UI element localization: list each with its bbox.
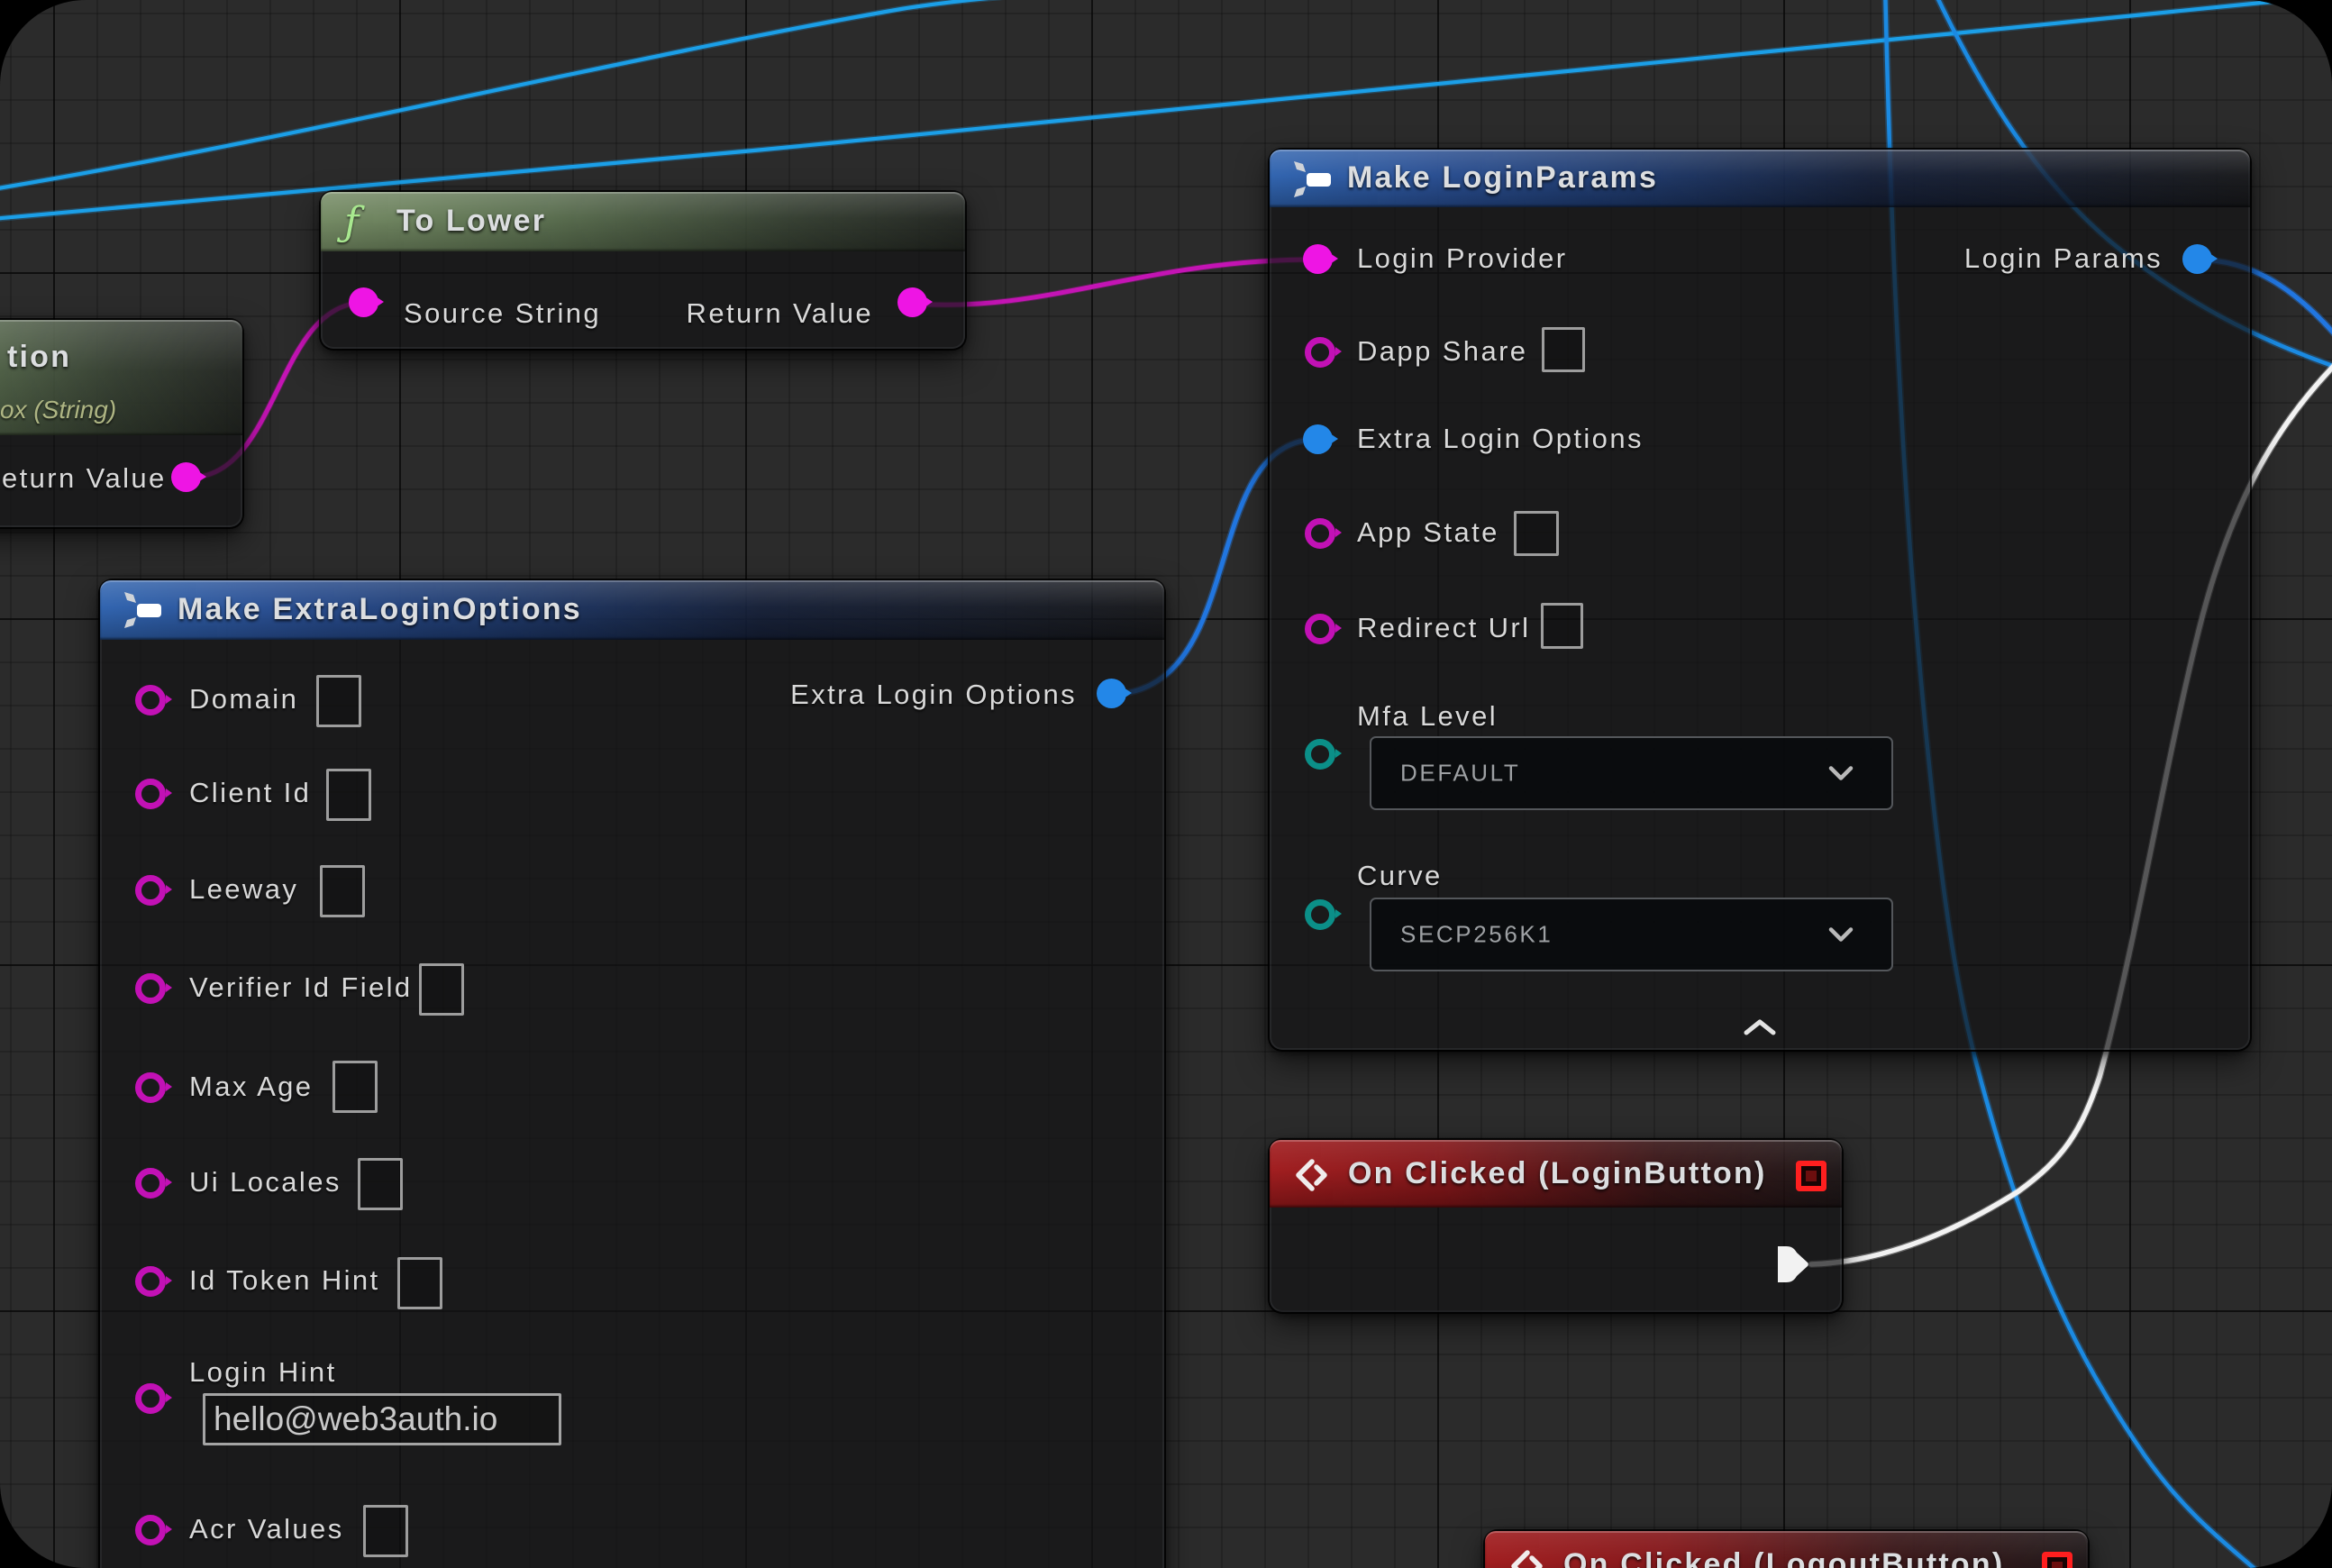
pin-label-app-state: App State (1357, 516, 1499, 549)
collapse-chevron-icon[interactable] (1742, 1017, 1778, 1037)
pin-label-login-params-out: Login Params (1964, 242, 2163, 275)
pin-label-return-value: Return Value (687, 297, 873, 330)
pin-login-hint[interactable] (135, 1383, 166, 1414)
pin-return-value[interactable] (897, 287, 927, 317)
pin-label-mfa-level: Mfa Level (1357, 700, 1498, 733)
function-icon: ƒ (344, 199, 359, 245)
pin-label-verifier-id-field: Verifier Id Field (189, 971, 413, 1004)
pin-source-string[interactable] (349, 287, 378, 317)
pin-app-state[interactable] (1305, 518, 1335, 549)
pin-label-login-provider: Login Provider (1357, 242, 1568, 275)
pin-extra-login-options-out[interactable] (1097, 679, 1126, 708)
pin-domain[interactable] (135, 685, 166, 716)
pin-login-params-out[interactable] (2182, 244, 2212, 274)
value-box-acr-values[interactable] (363, 1505, 408, 1557)
node-on-clicked-login-button[interactable]: On Clicked (LoginButton) (1270, 1140, 1842, 1312)
curve-value: SECP256K1 (1400, 921, 1553, 949)
delegate-pin[interactable] (2042, 1552, 2072, 1568)
make-struct-icon (120, 589, 163, 633)
pin-verifier-id-field[interactable] (135, 973, 166, 1004)
mfa-level-dropdown[interactable]: DEFAULT (1370, 736, 1893, 810)
node-title: On Clicked (LoginButton) (1348, 1156, 1767, 1191)
node-get-selected-option[interactable]: tion ox (String) eturn Value (0, 320, 242, 527)
exec-pin-out[interactable] (1776, 1244, 1812, 1285)
value-box-client-id[interactable] (326, 769, 371, 821)
value-box-verifier-id-field[interactable] (419, 963, 464, 1016)
pin-curve[interactable] (1305, 899, 1335, 930)
node-title-fragment: tion (7, 340, 71, 375)
pin-label-extra-login-options-out: Extra Login Options (790, 679, 1077, 711)
login-hint-input[interactable]: hello@web3auth.io (203, 1393, 561, 1445)
pin-label-leeway: Leeway (189, 873, 298, 906)
mfa-level-value: DEFAULT (1400, 760, 1520, 788)
value-box-domain[interactable] (316, 675, 361, 727)
event-icon (1510, 1549, 1546, 1568)
value-box-dapp-share[interactable] (1542, 327, 1585, 372)
pin-label-max-age: Max Age (189, 1071, 313, 1103)
make-struct-icon (1289, 159, 1333, 202)
node-subtitle-fragment: ox (String) (0, 396, 116, 424)
value-box-max-age[interactable] (332, 1061, 378, 1113)
node-title: Make ExtraLoginOptions (178, 592, 582, 627)
pin-id-token-hint[interactable] (135, 1266, 166, 1297)
pin-redirect-url[interactable] (1305, 614, 1335, 644)
wire-string-2[interactable] (914, 260, 1316, 305)
pin-label-dapp-share: Dapp Share (1357, 335, 1527, 368)
value-box-redirect-url[interactable] (1541, 603, 1583, 649)
pin-label-curve: Curve (1357, 860, 1443, 892)
pin-login-provider[interactable] (1303, 244, 1333, 274)
chevron-down-icon (1828, 765, 1854, 782)
pin-client-id[interactable] (135, 779, 166, 809)
pin-label-id-token-hint: Id Token Hint (189, 1264, 380, 1297)
pin-leeway[interactable] (135, 875, 166, 906)
pin-label-login-hint: Login Hint (189, 1356, 337, 1389)
pin-ui-locales[interactable] (135, 1168, 166, 1199)
pin-acr-values[interactable] (135, 1515, 166, 1545)
pin-label-client-id: Client Id (189, 777, 311, 809)
pin-label-acr-values: Acr Values (189, 1513, 344, 1545)
pin-label-return-value: eturn Value (2, 462, 167, 495)
pin-extra-login-options[interactable] (1303, 424, 1333, 454)
node-title: On Clicked (LogoutButton) (1563, 1547, 2004, 1568)
pin-return-value[interactable] (171, 462, 201, 492)
node-on-clicked-logout-button[interactable]: On Clicked (LogoutButton) (1485, 1531, 2088, 1568)
node-title: Make LoginParams (1347, 160, 1658, 196)
event-icon (1295, 1158, 1331, 1194)
delegate-pin[interactable] (1796, 1161, 1826, 1191)
pin-label-redirect-url: Redirect Url (1357, 612, 1530, 644)
pin-mfa-level[interactable] (1305, 739, 1335, 770)
pin-max-age[interactable] (135, 1072, 166, 1103)
value-box-app-state[interactable] (1514, 511, 1559, 556)
chevron-down-icon (1828, 926, 1854, 944)
value-box-ui-locales[interactable] (358, 1158, 403, 1210)
pin-dapp-share[interactable] (1305, 337, 1335, 368)
value-box-leeway[interactable] (320, 865, 365, 917)
blueprint-graph-canvas[interactable]: tion ox (String) eturn Value ƒ To Lower … (0, 0, 2332, 1568)
pin-label-source-string: Source String (404, 297, 601, 330)
node-to-lower[interactable]: ƒ To Lower Source String Return Value (321, 192, 965, 349)
pin-label-domain: Domain (189, 683, 298, 716)
value-box-id-token-hint[interactable] (397, 1257, 442, 1309)
pin-label-ui-locales: Ui Locales (189, 1166, 342, 1199)
node-make-extra-login-options[interactable]: Make ExtraLoginOptions Domain Client Id … (100, 580, 1164, 1568)
curve-dropdown[interactable]: SECP256K1 (1370, 898, 1893, 971)
node-make-login-params[interactable]: Make LoginParams Login Provider Dapp Sha… (1270, 150, 2250, 1050)
node-title: To Lower (396, 204, 546, 239)
pin-label-extra-login-options: Extra Login Options (1357, 423, 1644, 455)
